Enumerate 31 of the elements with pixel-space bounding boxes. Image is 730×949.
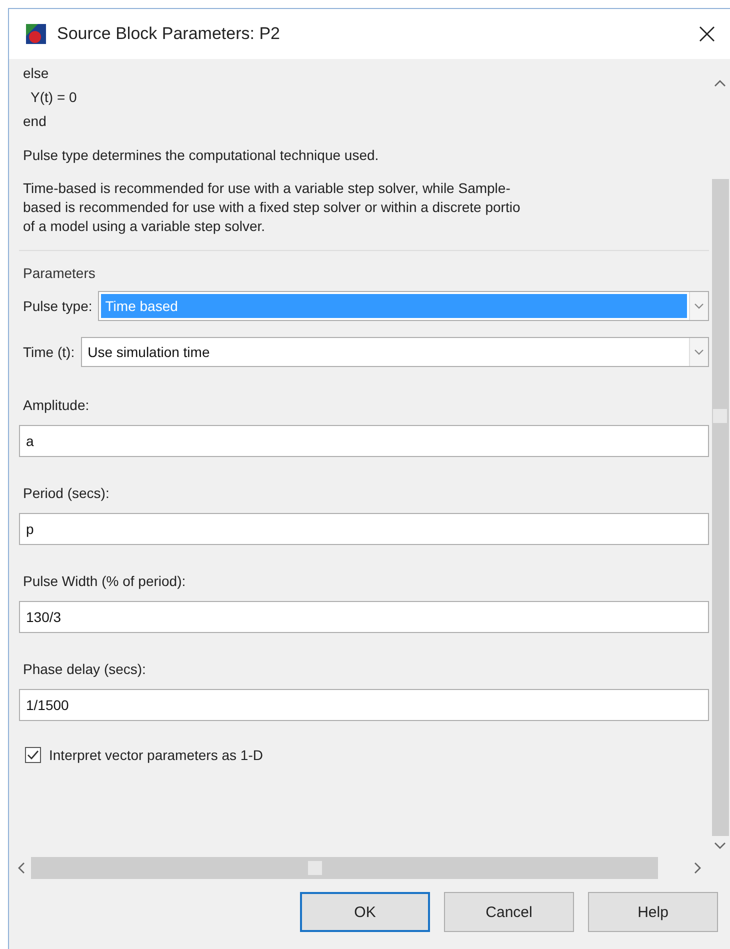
field-label: Pulse Width (% of period):: [22, 572, 186, 591]
field-label: Time (t):: [22, 344, 75, 360]
scroll-thumb[interactable]: [308, 861, 322, 875]
field-label: Amplitude:: [22, 396, 90, 415]
code-text: else Y(t) = 0 end: [22, 64, 78, 131]
scroll-left-icon[interactable]: [17, 862, 25, 874]
input-field[interactable]: 1/1500: [19, 689, 709, 721]
dialog-button[interactable]: Cancel: [444, 892, 574, 932]
field-label: Pulse type:: [22, 298, 92, 314]
scroll-right-icon[interactable]: [694, 862, 702, 874]
input-field[interactable]: 130/3: [19, 601, 709, 633]
dialog-button[interactable]: OK: [300, 892, 430, 932]
scroll-up-icon[interactable]: [714, 79, 726, 87]
input-field[interactable]: p: [19, 513, 709, 545]
dropdown[interactable]: Use simulation time: [80, 337, 709, 367]
field-label: Phase delay (secs):: [22, 660, 146, 679]
checkbox[interactable]: [25, 747, 41, 763]
description-text: Pulse type determines the computational technique used.: [23, 147, 380, 163]
dialog-button[interactable]: Help: [588, 892, 718, 932]
scroll-down-icon[interactable]: [714, 842, 726, 850]
input-field[interactable]: a: [19, 425, 709, 457]
chevron-down-icon: [694, 303, 704, 309]
field-label: Period (secs):: [22, 484, 110, 503]
close-icon: [698, 25, 716, 43]
scroll-thumb[interactable]: [713, 409, 727, 423]
window-title: Source Block Parameters: P2: [57, 24, 281, 44]
description-paragraph: Time-based is recommended for use with a variable step solver, while Sample- based is recommended for use with a fixed step solver or within a discrete portio of a model using a variable step solver.: [23, 179, 522, 236]
checkbox-label: Interpret vector parameters as 1-D: [49, 747, 263, 763]
chevron-down-icon: [694, 349, 704, 355]
section-title: Parameters: [22, 265, 96, 281]
app-icon: [25, 23, 47, 45]
